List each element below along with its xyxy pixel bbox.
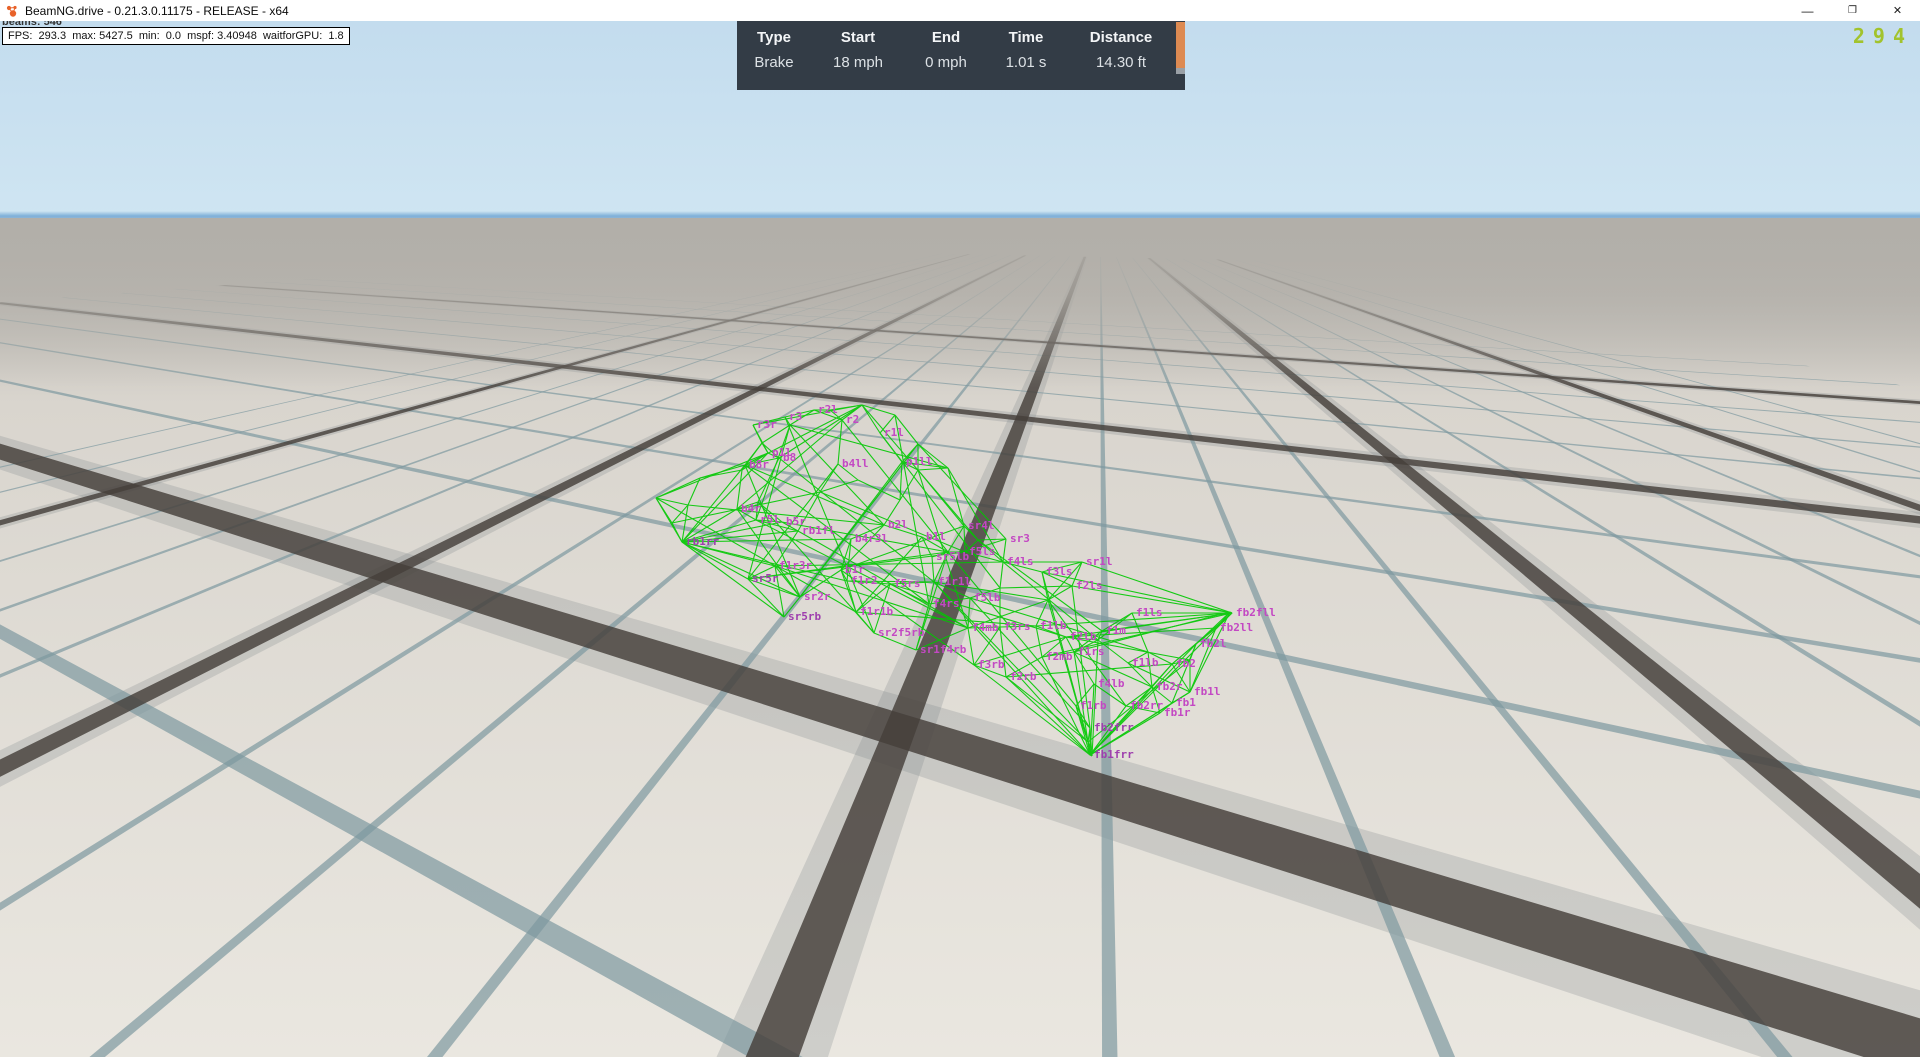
node-label: f1r1b xyxy=(860,605,893,618)
scene-overlay-svg: r3rr3r2lr2r1lp1lb8rb8 b4ll p1llb4rr5l b5rrb… xyxy=(0,218,1920,1057)
node-label: b4r3l xyxy=(855,532,888,545)
node-label: f2lb xyxy=(1070,630,1097,643)
node-label: f3rb xyxy=(978,658,1005,671)
node-label: sr2r xyxy=(804,590,831,603)
node-label: f3ls xyxy=(1046,565,1073,578)
hud-col-end: End 0 mph xyxy=(925,29,967,71)
node-label: f1lb xyxy=(1040,619,1067,632)
node-label: f4mb xyxy=(972,621,999,634)
node-label: fb2ll xyxy=(1220,621,1253,634)
hud-value: Brake xyxy=(754,54,794,71)
node-label: f1rb xyxy=(1080,699,1107,712)
hud-value: 14.30 ft xyxy=(1095,54,1147,71)
window-controls: — ❐ ✕ xyxy=(1785,0,1920,21)
window-title: BeamNG.drive - 0.21.3.0.11175 - RELEASE … xyxy=(25,3,289,18)
window-titlebar: BeamNG.drive - 0.21.3.0.11175 - RELEASE … xyxy=(0,0,1920,21)
beamng-window: r3r r3 r2l r2 r1l p1l b8r b8 b4ll p1ll b4r r5l b5r rb… xyxy=(0,0,1920,1057)
node-label: f3rs xyxy=(1004,620,1031,633)
hud-col-start: Start 18 mph xyxy=(833,29,883,71)
node-label: sr1f4rb xyxy=(920,643,967,656)
node-label: b4r xyxy=(741,502,761,515)
node-label: f1m xyxy=(1106,624,1126,637)
node-label: sr5r xyxy=(752,572,779,585)
minimize-icon[interactable]: — xyxy=(1785,0,1830,21)
node-label: fb2frr xyxy=(1094,721,1134,734)
node-label: f1r3r xyxy=(779,559,812,572)
hud-header: Start xyxy=(840,29,876,46)
node-label: p1ll xyxy=(906,455,933,468)
node-label: b1l xyxy=(926,530,946,543)
node-label: b4ll xyxy=(842,457,869,470)
node-label: r2l xyxy=(818,403,838,416)
hud-header: Time xyxy=(1008,29,1044,46)
hud-scroll-chip xyxy=(1176,68,1185,74)
node-label: f4rs xyxy=(933,597,960,610)
hud-value: 1.01 s xyxy=(1005,54,1047,71)
node-label: f2mb xyxy=(1046,650,1073,663)
fps-counter: FPS: 293.3 max: 5427.5 min: 0.0 mspf: 3.… xyxy=(2,27,350,45)
hud-value: 18 mph xyxy=(832,54,884,71)
hud-col-type: Type Brake xyxy=(754,29,793,71)
restore-icon[interactable]: ❐ xyxy=(1830,0,1875,21)
node-label: r2 xyxy=(846,413,859,426)
node-label: fb2rr xyxy=(1130,699,1163,712)
node-label: f1ls xyxy=(1136,606,1163,619)
node-label: sr3 xyxy=(1010,532,1030,545)
node-label: r3 xyxy=(789,410,802,423)
node-label: fb2r xyxy=(1156,680,1183,693)
node-label: f4lb xyxy=(1098,677,1125,690)
node-label: rb1fl xyxy=(802,524,835,537)
hud-col-time: Time 1.01 s xyxy=(1006,29,1047,71)
close-icon[interactable]: ✕ xyxy=(1875,0,1920,21)
node-label: f5rs xyxy=(894,577,921,590)
hud-header: Type xyxy=(757,29,791,46)
node-label: sr5lb xyxy=(936,550,969,563)
node-label: f1rs xyxy=(1078,645,1105,658)
node-label: f2rb xyxy=(1010,670,1037,683)
node-label: f1r1l xyxy=(938,575,971,588)
node-label: fb2 xyxy=(1176,657,1196,670)
hud-header: Distance xyxy=(1089,29,1153,46)
node-label: fb1l xyxy=(1194,685,1221,698)
node-label: sr1l xyxy=(1086,555,1113,568)
node-label: sr5rb xyxy=(788,610,821,623)
hud-accent-bar xyxy=(1176,22,1185,68)
node-label: b8r xyxy=(749,458,769,471)
hud-value: 0 mph xyxy=(925,54,967,71)
node-label: sr2f5rb xyxy=(878,626,925,639)
node-label: rb1rr xyxy=(686,535,719,548)
node-label: r3r xyxy=(757,418,777,431)
digital-readout: 294 xyxy=(1852,24,1913,48)
node-label: fb1r xyxy=(1164,706,1191,719)
node-label: fb2l xyxy=(1200,637,1227,650)
hud-header: End xyxy=(931,29,961,46)
node-label: fb1frr xyxy=(1094,748,1134,761)
node-label: f5ls xyxy=(969,545,996,558)
node-label: f1r2 xyxy=(851,574,878,587)
node-label: sr4l xyxy=(968,519,995,532)
node-label: fb2fll xyxy=(1236,606,1276,619)
node-label: f2ls xyxy=(1076,579,1103,592)
perf-test-panel: Type Brake Start 18 mph End 0 mph Time 1… xyxy=(737,21,1185,90)
node-label: b8 xyxy=(783,451,796,464)
hud-col-distance: Distance 14.30 ft xyxy=(1090,29,1153,71)
node-label: f5lb xyxy=(974,591,1001,604)
node-label: r5l xyxy=(760,513,780,526)
node-label: b2l xyxy=(888,518,908,531)
node-label: f4ls xyxy=(1007,555,1034,568)
viewport-3d[interactable]: r3r r3 r2l r2 r1l p1l b8r b8 b4ll p1ll b4r r5l b5r rb… xyxy=(0,0,1920,1057)
node-label: f1lb xyxy=(1132,656,1159,669)
app-icon xyxy=(5,4,19,18)
node-label: r1l xyxy=(884,426,904,439)
